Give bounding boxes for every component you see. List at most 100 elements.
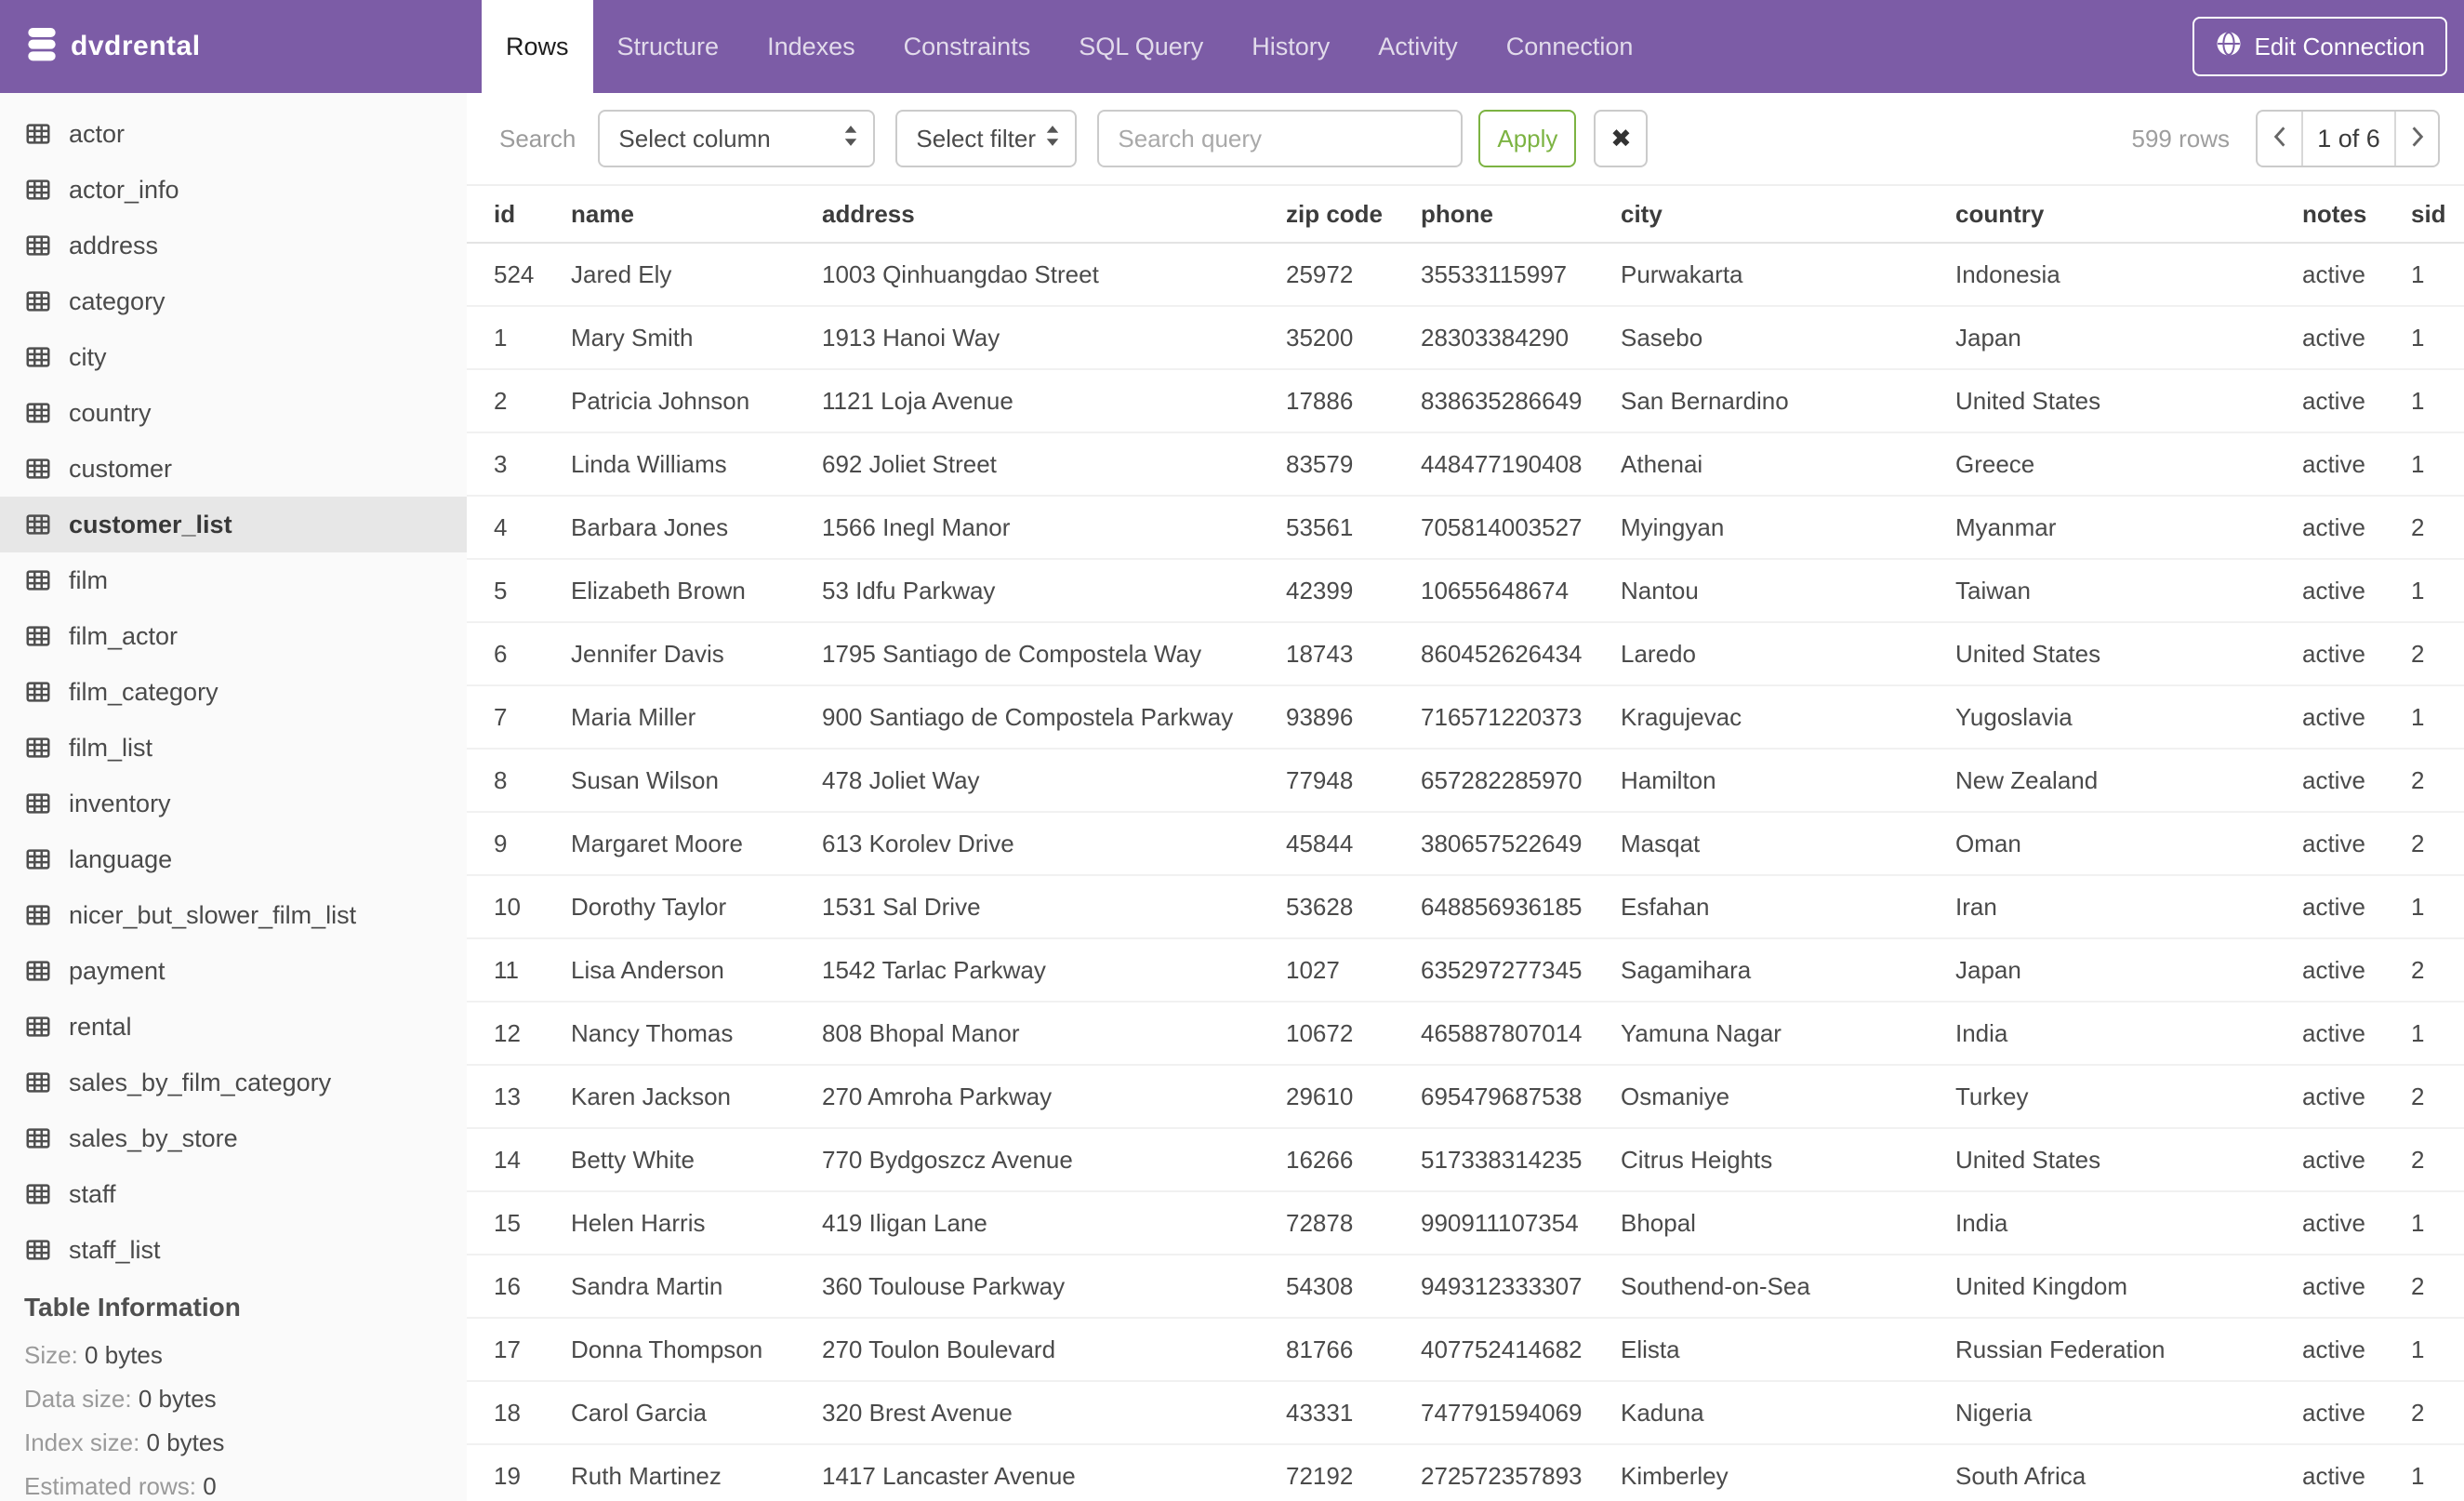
- cell-sid: 1: [2411, 1208, 2425, 1237]
- table-row[interactable]: 10 Dorothy Taylor 1531 Sal Drive 53628 64885…: [467, 876, 2464, 939]
- table-row[interactable]: 5 Elizabeth Brown 53 Idfu Parkway 42399 1065…: [467, 560, 2464, 623]
- filter-select[interactable]: Select filter: [895, 110, 1078, 167]
- table-row[interactable]: 14 Betty White 770 Bydgoszcz Avenue 16266 51…: [467, 1129, 2464, 1192]
- sidebar-item-actor[interactable]: actor: [0, 106, 467, 162]
- sidebar-item-category[interactable]: category: [0, 273, 467, 329]
- cell-name: Mary Smith: [571, 323, 694, 352]
- column-select-value: Select column: [618, 124, 771, 153]
- cell-id: 4: [494, 512, 508, 541]
- sidebar-item-staff_list[interactable]: staff_list: [0, 1222, 467, 1278]
- sidebar-item-country[interactable]: country: [0, 385, 467, 441]
- table-row[interactable]: 18 Carol Garcia 320 Brest Avenue 43331 74779…: [467, 1382, 2464, 1445]
- previous-page-button[interactable]: [2258, 112, 2303, 166]
- tab-rows[interactable]: Rows: [482, 0, 593, 93]
- table-row[interactable]: 11 Lisa Anderson 1542 Tarlac Parkway 1027 63…: [467, 939, 2464, 1003]
- table-grid-icon: [24, 120, 52, 148]
- sidebar-item-nicer_but_slower_film_list[interactable]: nicer_but_slower_film_list: [0, 887, 467, 943]
- sidebar-item-customer[interactable]: customer: [0, 441, 467, 497]
- sidebar-item-sales_by_film_category[interactable]: sales_by_film_category: [0, 1055, 467, 1110]
- table-info-value: 0: [203, 1472, 217, 1500]
- sidebar-item-label: language: [69, 844, 173, 873]
- cell-country: Japan: [1955, 323, 2021, 352]
- cell-phone: 716571220373: [1421, 702, 1583, 731]
- data-table: id name address zip code phone city country not…: [467, 186, 2464, 1501]
- table-row[interactable]: 3 Linda Williams 692 Joliet Street 83579 448…: [467, 433, 2464, 497]
- column-header-phone[interactable]: phone: [1421, 200, 1621, 229]
- column-header-country[interactable]: country: [1955, 200, 2302, 229]
- sidebar-item-language[interactable]: language: [0, 831, 467, 887]
- table-row[interactable]: 4 Barbara Jones 1566 Inegl Manor 53561 70581…: [467, 497, 2464, 560]
- sidebar-item-address[interactable]: address: [0, 218, 467, 273]
- table-info-label: Size:: [24, 1341, 78, 1369]
- column-header-zip-code[interactable]: zip code: [1286, 200, 1421, 229]
- sidebar-item-film_actor[interactable]: film_actor: [0, 608, 467, 664]
- sidebar-item-rental[interactable]: rental: [0, 999, 467, 1055]
- table-row[interactable]: 6 Jennifer Davis 1795 Santiago de Composte…: [467, 623, 2464, 686]
- cell-country: India: [1955, 1018, 2008, 1047]
- cell-country: Taiwan: [1955, 576, 2031, 604]
- next-page-button[interactable]: [2394, 112, 2438, 166]
- tab-activity[interactable]: Activity: [1354, 0, 1482, 93]
- sidebar-item-label: film_actor: [69, 621, 179, 650]
- cell-country: Greece: [1955, 449, 2035, 478]
- table-row[interactable]: 9 Margaret Moore 613 Korolev Drive 45844 380…: [467, 813, 2464, 876]
- edit-connection-button[interactable]: Edit Connection: [2192, 17, 2447, 76]
- column-select[interactable]: Select column: [598, 110, 876, 167]
- table-row[interactable]: 13 Karen Jackson 270 Amroha Parkway 29610 69…: [467, 1066, 2464, 1129]
- table-row[interactable]: 19 Ruth Martinez 1417 Lancaster Avenue 7219…: [467, 1445, 2464, 1501]
- cell-name: Maria Miller: [571, 702, 696, 731]
- table-row[interactable]: 1 Mary Smith 1913 Hanoi Way 35200 2830338429…: [467, 307, 2464, 370]
- table-row[interactable]: 7 Maria Miller 900 Santiago de Compostela …: [467, 686, 2464, 750]
- cell-name: Helen Harris: [571, 1208, 706, 1237]
- cell-notes: active: [2302, 1271, 2365, 1300]
- table-row[interactable]: 2 Patricia Johnson 1121 Loja Avenue 17886 83…: [467, 370, 2464, 433]
- sidebar-item-customer_list[interactable]: customer_list: [0, 497, 467, 552]
- tab-sql-query[interactable]: SQL Query: [1054, 0, 1227, 93]
- cell-city: Masqat: [1621, 829, 1701, 857]
- cell-phone: 657282285970: [1421, 765, 1583, 794]
- column-header-id[interactable]: id: [494, 200, 571, 229]
- column-header-sid[interactable]: sid: [2411, 200, 2464, 229]
- cell-name: Donna Thompson: [571, 1335, 763, 1363]
- sidebar-item-inventory[interactable]: inventory: [0, 776, 467, 831]
- cell-id: 15: [494, 1208, 521, 1237]
- column-header-name[interactable]: name: [571, 200, 822, 229]
- cell-country: South Africa: [1955, 1461, 2086, 1490]
- tab-structure[interactable]: Structure: [593, 0, 744, 93]
- chevron-right-icon: [2409, 124, 2426, 154]
- table-row[interactable]: 17 Donna Thompson 270 Toulon Boulevard 8176…: [467, 1319, 2464, 1382]
- column-header-notes[interactable]: notes: [2302, 200, 2411, 229]
- table-row[interactable]: 12 Nancy Thomas 808 Bhopal Manor 10672 46588…: [467, 1003, 2464, 1066]
- column-header-address[interactable]: address: [822, 200, 1286, 229]
- sidebar-item-film_category[interactable]: film_category: [0, 664, 467, 720]
- cell-country: Indonesia: [1955, 259, 2060, 288]
- cell-city: Myingyan: [1621, 512, 1725, 541]
- table-row[interactable]: 16 Sandra Martin 360 Toulouse Parkway 54308…: [467, 1255, 2464, 1319]
- apply-button[interactable]: Apply: [1478, 110, 1577, 167]
- tab-history[interactable]: History: [1227, 0, 1354, 93]
- cell-sid: 2: [2411, 955, 2425, 984]
- tab-constraints[interactable]: Constraints: [880, 0, 1055, 93]
- sidebar-item-payment[interactable]: payment: [0, 943, 467, 999]
- sidebar-item-city[interactable]: city: [0, 329, 467, 385]
- sidebar-item-label: sales_by_store: [69, 1123, 238, 1152]
- search-query-input[interactable]: [1097, 110, 1464, 167]
- sidebar-item-staff[interactable]: staff: [0, 1166, 467, 1222]
- cell-phone: 695479687538: [1421, 1082, 1583, 1110]
- cell-phone: 705814003527: [1421, 512, 1583, 541]
- cell-sid: 1: [2411, 449, 2425, 478]
- table-row[interactable]: 15 Helen Harris 419 Iligan Lane 72878 990911…: [467, 1192, 2464, 1255]
- tab-indexes[interactable]: Indexes: [743, 0, 880, 93]
- table-row[interactable]: 8 Susan Wilson 478 Joliet Way 77948 65728228…: [467, 750, 2464, 813]
- table-row[interactable]: 524 Jared Ely 1003 Qinhuangdao Street 25972…: [467, 244, 2464, 307]
- clear-search-button[interactable]: ✖: [1594, 110, 1649, 167]
- sidebar-item-film[interactable]: film: [0, 552, 467, 608]
- cell-sid: 2: [2411, 829, 2425, 857]
- sidebar-item-film_list[interactable]: film_list: [0, 720, 467, 776]
- column-header-city[interactable]: city: [1621, 200, 1955, 229]
- cell-city: Elista: [1621, 1335, 1680, 1363]
- sidebar-item-sales_by_store[interactable]: sales_by_store: [0, 1110, 467, 1166]
- sidebar-item-actor_info[interactable]: actor_info: [0, 162, 467, 218]
- cell-city: Esfahan: [1621, 892, 1710, 921]
- tab-connection[interactable]: Connection: [1482, 0, 1658, 93]
